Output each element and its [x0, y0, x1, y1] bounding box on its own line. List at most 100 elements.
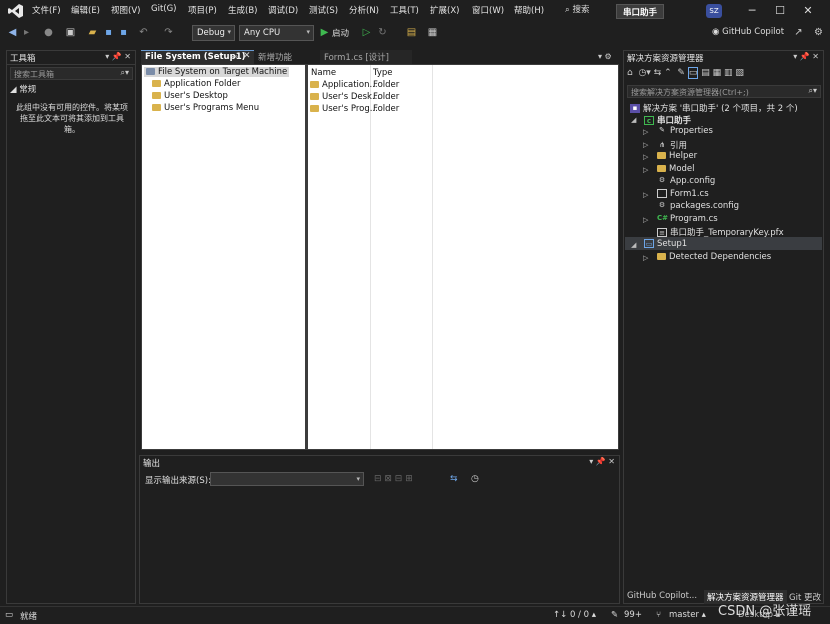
class-diagram-icon[interactable]: ▧: [735, 68, 744, 78]
menu-view[interactable]: 视图(V): [111, 4, 140, 16]
status-line-counter[interactable]: ↑↓ 0 / 0 ▴: [553, 610, 596, 620]
maximize-button[interactable]: ☐: [770, 2, 790, 20]
tab-whats-new[interactable]: 新增功能: [254, 50, 320, 64]
toolbox-toggle-icon[interactable]: ▤: [405, 26, 418, 39]
back-icon[interactable]: ◀: [6, 26, 19, 39]
panel-controls[interactable]: ▾ 📌 ✕: [105, 52, 131, 61]
collapsed-arrow-icon[interactable]: ▷: [643, 128, 648, 136]
navigate-icon[interactable]: ●: [42, 26, 55, 39]
column-header-name[interactable]: Name: [311, 68, 336, 78]
list-item[interactable]: User's Desk...: [310, 92, 380, 102]
sidebar-item-model[interactable]: Model: [657, 164, 695, 174]
solution-node[interactable]: ▪ 解决方案 '串口助手' (2 个项目，共 2 个): [630, 102, 798, 114]
menu-debug[interactable]: 调试(D): [268, 4, 298, 16]
tree-item-application-folder[interactable]: Application Folder: [152, 79, 240, 89]
close-tab-icon[interactable]: ✕: [243, 51, 251, 61]
save-icon[interactable]: ▪: [102, 26, 115, 39]
sidebar-item-app-config[interactable]: ⚙ App.config: [657, 176, 715, 186]
open-folder-icon[interactable]: ▰: [86, 26, 99, 39]
status-changes[interactable]: 99+: [624, 610, 642, 620]
sidebar-item-detected-dependencies[interactable]: Detected Dependencies: [657, 252, 771, 262]
pin-tab-icon[interactable]: ⊸: [231, 52, 238, 61]
toolbox-search-input[interactable]: 搜索工具箱 ⌕▾: [10, 67, 133, 80]
solution-search-input[interactable]: 搜索解决方案资源管理器(Ctrl+;) ⌕▾: [627, 85, 821, 98]
menu-test[interactable]: 测试(S): [309, 4, 338, 16]
clock-icon[interactable]: ◷: [471, 474, 479, 484]
menu-file[interactable]: 文件(F): [32, 4, 61, 16]
sidebar-item-helper[interactable]: Helper: [657, 151, 697, 161]
sidebar-item-form1[interactable]: Form1.cs: [657, 189, 709, 199]
tree-root[interactable]: File System on Target Machine: [144, 67, 290, 77]
start-icon[interactable]: ▶: [318, 26, 331, 39]
list-item[interactable]: User's Prog...: [310, 104, 378, 114]
tree-item-users-desktop[interactable]: User's Desktop: [152, 91, 228, 101]
word-wrap-icon[interactable]: ⇆: [450, 474, 458, 484]
view-code-icon[interactable]: ▥: [724, 68, 733, 78]
share-icon[interactable]: ↗: [792, 26, 805, 39]
properties-icon[interactable]: ▦: [713, 68, 722, 78]
preview-icon[interactable]: ▭: [687, 67, 699, 79]
menu-edit[interactable]: 编辑(E): [71, 4, 100, 16]
search-button[interactable]: ⌕ 搜索: [565, 3, 589, 15]
avatar[interactable]: SZ: [706, 4, 722, 18]
collapsed-arrow-icon[interactable]: ▷: [643, 254, 648, 262]
collapsed-arrow-icon[interactable]: ▷: [643, 141, 648, 149]
menu-project[interactable]: 项目(P): [188, 4, 217, 16]
start-without-debug-icon[interactable]: ▷: [360, 26, 373, 39]
tab-overflow-icon[interactable]: ▾ ⚙: [598, 52, 612, 61]
config-select[interactable]: Debug ▾: [192, 25, 235, 41]
menu-build[interactable]: 生成(B): [228, 4, 257, 16]
forward-icon[interactable]: ▸: [20, 26, 33, 39]
platform-select[interactable]: Any CPU ▾: [239, 25, 314, 41]
tree-item-users-programs-menu[interactable]: User's Programs Menu: [152, 103, 259, 113]
panel-controls[interactable]: ▾ 📌 ✕: [793, 52, 819, 61]
list-item[interactable]: Application...: [310, 80, 378, 90]
admin-icon[interactable]: ⚙: [812, 26, 825, 39]
sidebar-item-references[interactable]: ⋔ 引用: [657, 139, 687, 151]
output-toolbar-icons[interactable]: ⊟ ⊠ ⊟ ⊞: [374, 474, 413, 484]
layout-icon[interactable]: ▦: [426, 26, 439, 39]
collapsed-arrow-icon[interactable]: ▷: [643, 153, 648, 161]
collapsed-arrow-icon[interactable]: ▷: [643, 191, 648, 199]
sync-icon[interactable]: ⇆: [654, 68, 662, 78]
expanded-arrow-icon[interactable]: ◢: [631, 116, 636, 124]
panel-controls[interactable]: ▾ 📌 ✕: [589, 457, 615, 466]
expanded-arrow-icon[interactable]: ◢: [631, 241, 636, 249]
item-label: Helper: [669, 151, 698, 161]
history-icon[interactable]: ◷▾: [638, 68, 650, 78]
menu-window[interactable]: 窗口(W): [472, 4, 504, 16]
redo-icon[interactable]: ↷: [162, 26, 175, 39]
menu-help[interactable]: 帮助(H): [514, 4, 544, 16]
collapsed-arrow-icon[interactable]: ▷: [643, 216, 648, 224]
collapse-icon[interactable]: ⌃: [664, 68, 672, 78]
status-branch[interactable]: master ▴: [669, 610, 706, 620]
close-window-button[interactable]: ✕: [798, 2, 818, 20]
save-all-icon[interactable]: ▪: [117, 26, 130, 39]
menu-analyze[interactable]: 分析(N): [349, 4, 379, 16]
sidebar-item-properties[interactable]: ✎ Properties: [657, 126, 713, 136]
wrench-icon[interactable]: ✎: [677, 68, 685, 78]
github-copilot-button[interactable]: ◉ GitHub Copilot: [712, 27, 784, 37]
new-project-icon[interactable]: ▣: [64, 26, 77, 39]
column-header-type[interactable]: Type: [373, 68, 393, 78]
solution-explorer-toolbar[interactable]: ⌂ ◷▾ ⇆ ⌃ ✎ ▭ ▤ ▦ ▥ ▧: [627, 67, 822, 82]
start-button-label[interactable]: 启动: [332, 27, 349, 39]
menu-tools[interactable]: 工具(T): [390, 4, 419, 16]
minimize-button[interactable]: ─: [742, 2, 762, 20]
menu-extensions[interactable]: 扩展(X): [430, 4, 459, 16]
collapsed-arrow-icon[interactable]: ▷: [643, 166, 648, 174]
project-node[interactable]: c 串口助手: [644, 114, 691, 126]
show-all-icon[interactable]: ▤: [701, 68, 710, 78]
sidebar-item-packages-config[interactable]: ⚙ packages.config: [657, 201, 739, 211]
visual-studio-logo-icon[interactable]: [8, 3, 24, 19]
sidebar-item-program[interactable]: C# Program.cs: [657, 214, 718, 224]
output-source-select[interactable]: ▾: [210, 472, 364, 486]
setup-project-node[interactable]: ▭ Setup1: [644, 239, 687, 249]
refresh-icon[interactable]: ↻: [376, 26, 389, 39]
undo-icon[interactable]: ↶: [137, 26, 150, 39]
home-icon[interactable]: ⌂: [627, 68, 633, 78]
tab-form1-designer[interactable]: Form1.cs [设计]: [320, 50, 412, 64]
toolbox-section-general[interactable]: ◢ 常规: [10, 83, 36, 95]
tab-github-copilot[interactable]: GitHub Copilot...: [624, 590, 700, 602]
menu-git[interactable]: Git(G): [151, 4, 177, 14]
